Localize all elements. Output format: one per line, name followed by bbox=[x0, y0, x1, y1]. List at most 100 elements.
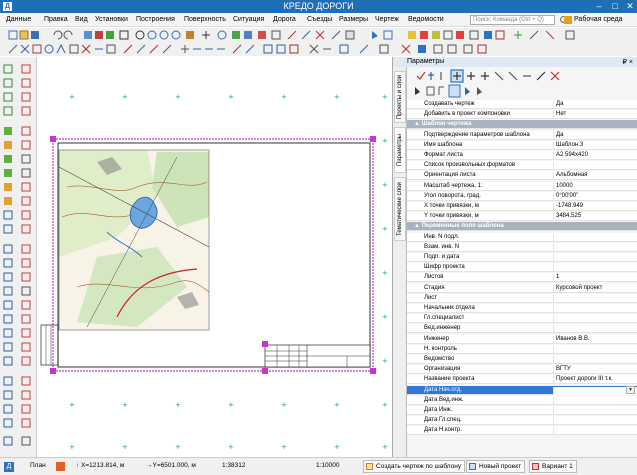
close-icon[interactable]: ✕ bbox=[622, 0, 637, 12]
property-value[interactable] bbox=[553, 417, 556, 426]
toolbar-main-icons[interactable] bbox=[0, 28, 637, 42]
property-value[interactable]: Иванов В.В. bbox=[553, 335, 590, 344]
property-value[interactable]: Да bbox=[553, 101, 563, 109]
property-row[interactable]: Взам. инв. N bbox=[407, 242, 637, 252]
property-row[interactable]: Название проекта Проект дороги III т.к. bbox=[407, 375, 637, 385]
maximize-icon[interactable]: □ bbox=[607, 0, 623, 12]
property-row[interactable]: Список произвольных форматов bbox=[407, 161, 637, 171]
menu-item-exits[interactable]: Съезды bbox=[307, 16, 332, 23]
property-row[interactable]: Имя шаблона Шаблон 3 bbox=[407, 140, 637, 150]
property-value[interactable] bbox=[553, 162, 556, 171]
menu-item-view[interactable]: Вид bbox=[75, 16, 88, 23]
variant-selector[interactable]: Вариант 1 bbox=[529, 460, 577, 473]
new-project-button[interactable]: Новый проект bbox=[466, 460, 526, 473]
property-row[interactable]: Н. контроль bbox=[407, 344, 637, 354]
property-row[interactable]: Гл.специалист bbox=[407, 314, 637, 324]
menu-item-dimensions[interactable]: Размеры bbox=[339, 16, 368, 23]
property-row[interactable]: Подп. и дата bbox=[407, 253, 637, 262]
property-row[interactable]: Инженер Иванов В.В. bbox=[407, 334, 637, 344]
menu-item-constructions[interactable]: Построения bbox=[136, 16, 175, 23]
property-row[interactable]: Дата Вед.инж. bbox=[407, 395, 637, 405]
property-value[interactable]: Курсовой проект bbox=[553, 284, 602, 293]
property-value[interactable] bbox=[553, 254, 556, 262]
property-row[interactable]: Дата Нач.отд. ▼ bbox=[407, 385, 637, 395]
tab-projects-layers[interactable]: Проекты и слои bbox=[394, 71, 406, 123]
property-value[interactable] bbox=[553, 315, 556, 324]
property-row[interactable]: Масштаб чертежа, 1: 10000 bbox=[407, 181, 637, 191]
command-search-input[interactable]: Поиск: Команда (Ctrl + Q) bbox=[470, 15, 555, 25]
property-row[interactable]: Ведомство bbox=[407, 355, 637, 364]
grid-marker: + bbox=[334, 443, 340, 451]
property-value[interactable] bbox=[553, 305, 556, 313]
tab-plan[interactable]: План bbox=[30, 462, 46, 469]
close-tab-icon[interactable] bbox=[56, 462, 65, 471]
property-row[interactable]: Угол поворота, град. 0°00'00" bbox=[407, 191, 637, 201]
property-value[interactable]: ВГТУ bbox=[553, 366, 571, 375]
property-value[interactable] bbox=[553, 396, 556, 405]
property-value[interactable]: Альбомная bbox=[553, 172, 587, 181]
menu-item-data[interactable]: Данные bbox=[6, 16, 31, 23]
panel-toolbar-2-icons[interactable] bbox=[407, 84, 637, 98]
create-drawing-button[interactable]: Создать чертеж по шаблону bbox=[363, 460, 466, 473]
property-row[interactable]: Создавать чертеж Да bbox=[407, 100, 637, 109]
property-row[interactable]: Вед.инженер bbox=[407, 324, 637, 334]
toolbar-secondary-icons[interactable] bbox=[0, 42, 637, 56]
property-row[interactable]: Y точки привязки, м 3484.525 bbox=[407, 212, 637, 222]
property-value[interactable] bbox=[553, 294, 556, 303]
tab-parameters[interactable]: Параметры bbox=[394, 127, 406, 173]
menu-item-edit[interactable]: Правка bbox=[44, 16, 68, 23]
left-toolbar-icons[interactable] bbox=[0, 57, 37, 457]
drawing-scale[interactable]: 1:10000 bbox=[316, 462, 340, 469]
menu-item-situation[interactable]: Ситуация bbox=[233, 16, 264, 23]
property-value[interactable] bbox=[553, 427, 556, 436]
property-value[interactable] bbox=[553, 243, 556, 252]
property-row[interactable]: Шифр проекта bbox=[407, 263, 637, 273]
property-row[interactable]: X точки привязки, м -1748.949 bbox=[407, 202, 637, 211]
property-value[interactable]: 0°00'00" bbox=[553, 192, 578, 201]
property-value[interactable]: 10000 bbox=[553, 182, 573, 191]
property-row[interactable]: Дата Н.контр. bbox=[407, 426, 637, 436]
property-value[interactable] bbox=[553, 386, 637, 395]
property-row[interactable]: Добавить в проект компоновки Нет bbox=[407, 110, 637, 120]
panel-pin-close-icon[interactable]: ₽ × bbox=[623, 58, 634, 66]
property-row[interactable]: Организация ВГТУ bbox=[407, 365, 637, 375]
menu-item-surface[interactable]: Поверхность bbox=[184, 16, 226, 23]
property-row[interactable]: Дата Инж. bbox=[407, 406, 637, 415]
property-value[interactable]: Шаблон 3 bbox=[553, 141, 583, 150]
tab-thematic-layers[interactable]: Тематические слои bbox=[394, 177, 406, 241]
canvas-drawing[interactable]: ++++++++++++++++++++++++++++++++++++++++… bbox=[37, 57, 392, 457]
property-group[interactable]: ▲ Шаблон чертежа bbox=[407, 120, 637, 130]
property-value[interactable] bbox=[553, 345, 556, 354]
property-value[interactable]: Нет bbox=[553, 111, 566, 120]
property-value[interactable] bbox=[553, 407, 556, 415]
property-value[interactable]: -1748.949 bbox=[553, 203, 583, 211]
property-value[interactable] bbox=[553, 356, 556, 364]
drawing-canvas[interactable]: ++++++++++++++++++++++++++++++++++++++++… bbox=[37, 57, 392, 457]
property-value[interactable]: Проект дороги III т.к. bbox=[553, 376, 613, 385]
property-row[interactable]: Лист bbox=[407, 293, 637, 303]
workspace-selector[interactable]: Рабочая среда bbox=[574, 16, 622, 23]
property-value[interactable]: Да bbox=[553, 131, 563, 140]
property-row[interactable]: Начальник отдела bbox=[407, 304, 637, 313]
property-value[interactable]: A2 594x420 bbox=[553, 152, 588, 160]
menu-item-drawing[interactable]: Чертеж bbox=[375, 16, 399, 23]
menu-item-reports[interactable]: Ведомости bbox=[408, 16, 444, 23]
property-value[interactable] bbox=[553, 325, 556, 334]
menu-item-settings[interactable]: Установки bbox=[95, 16, 128, 23]
dropdown-icon[interactable]: ▼ bbox=[626, 385, 635, 394]
property-row[interactable]: Дата Гл.спец. bbox=[407, 416, 637, 426]
property-row[interactable]: Листов 1 bbox=[407, 273, 637, 283]
menu-item-road[interactable]: Дорога bbox=[273, 16, 296, 23]
property-value[interactable]: 3484.525 bbox=[553, 213, 581, 222]
property-value[interactable] bbox=[553, 233, 556, 242]
property-row[interactable]: Стадия Курсовой проект bbox=[407, 283, 637, 293]
minimize-icon[interactable]: – bbox=[591, 0, 607, 12]
property-row[interactable]: Инв. N подл. bbox=[407, 232, 637, 242]
property-row[interactable]: Подтверждение параметров шаблона Да bbox=[407, 130, 637, 140]
property-row[interactable]: Формат листа A2 594x420 bbox=[407, 151, 637, 160]
panel-toolbar-1-icons[interactable] bbox=[407, 69, 637, 83]
property-value[interactable] bbox=[553, 264, 556, 273]
property-value[interactable]: 1 bbox=[553, 274, 559, 283]
property-row[interactable]: Ориентация листа Альбомная bbox=[407, 171, 637, 181]
property-group[interactable]: ▲ Переменные поля шаблона bbox=[407, 222, 637, 232]
